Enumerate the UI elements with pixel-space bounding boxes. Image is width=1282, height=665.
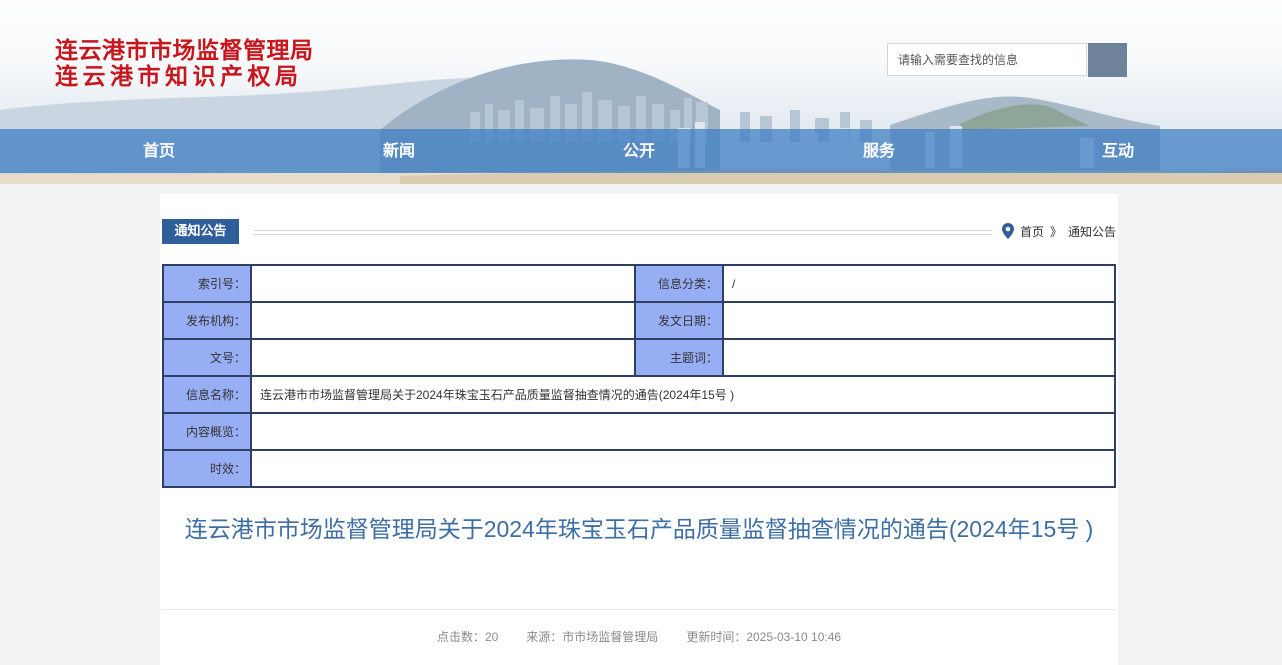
- keywords-value: [723, 339, 1115, 376]
- main-nav: 首页 新闻 公开 服务 互动: [0, 129, 1282, 173]
- search-icon: [1088, 43, 1127, 77]
- site-logo[interactable]: 连云港市市场监督管理局 连云港市知识产权局: [55, 38, 314, 90]
- category-label: 信息分类：: [635, 265, 723, 302]
- meta-divider: [162, 609, 1116, 610]
- search-input[interactable]: [887, 43, 1087, 76]
- index-value: [251, 265, 635, 302]
- nav-item-home[interactable]: 首页: [109, 129, 209, 173]
- name-value: 连云港市市场监督管理局关于2024年珠宝玉石产品质量监督抽查情况的通告(2024…: [251, 376, 1115, 413]
- breadcrumb-separator: 》: [1049, 224, 1062, 239]
- date-value: [723, 302, 1115, 339]
- name-label: 信息名称：: [163, 376, 251, 413]
- summary-value: [251, 413, 1115, 450]
- nav-item-interact[interactable]: 互动: [1068, 129, 1168, 173]
- validity-value: [251, 450, 1115, 487]
- publisher-label: 发布机构：: [163, 302, 251, 339]
- logo-line-2: 连云港市知识产权局: [55, 63, 303, 90]
- search-button[interactable]: [1088, 43, 1127, 77]
- breadcrumb-home[interactable]: 首页: [1020, 223, 1044, 240]
- click-count: 点击数：20: [436, 630, 499, 644]
- article-meta: 点击数：20 来源：市市场监督管理局 更新时间：2025-03-10 10:46: [160, 628, 1118, 645]
- section-divider: [254, 230, 992, 235]
- table-row: 内容概览：: [163, 413, 1115, 450]
- publisher-value: [251, 302, 635, 339]
- summary-label: 内容概览：: [163, 413, 251, 450]
- validity-label: 时效：: [163, 450, 251, 487]
- breadcrumb-current[interactable]: 通知公告: [1068, 223, 1116, 240]
- category-value: /: [723, 265, 1115, 302]
- nav-item-news[interactable]: 新闻: [349, 129, 449, 173]
- table-row: 发布机构： 发文日期：: [163, 302, 1115, 339]
- date-label: 发文日期：: [635, 302, 723, 339]
- docno-label: 文号：: [163, 339, 251, 376]
- source: 来源：市市场监督管理局: [526, 630, 659, 644]
- breadcrumb: 首页 》 通知公告: [1001, 222, 1116, 240]
- update-time: 更新时间：2025-03-10 10:46: [686, 630, 842, 644]
- table-row: 时效：: [163, 450, 1115, 487]
- nav-item-service[interactable]: 服务: [829, 129, 929, 173]
- header-banner: 连云港市市场监督管理局 连云港市知识产权局 首页 新闻 公开 服务 互动: [0, 0, 1282, 184]
- main-content: 通知公告 首页 》 通知公告 索引号： 信息分类： / 发布机构： 发文日期： …: [160, 194, 1118, 665]
- location-pin-icon: [1001, 223, 1014, 239]
- table-row: 信息名称： 连云港市市场监督管理局关于2024年珠宝玉石产品质量监督抽查情况的通…: [163, 376, 1115, 413]
- nav-item-public[interactable]: 公开: [589, 129, 689, 173]
- logo-line-1: 连云港市市场监督管理局: [55, 37, 314, 64]
- keywords-label: 主题词：: [635, 339, 723, 376]
- table-row: 文号： 主题词：: [163, 339, 1115, 376]
- info-table: 索引号： 信息分类： / 发布机构： 发文日期： 文号： 主题词： 信息名称： …: [162, 264, 1116, 488]
- index-label: 索引号：: [163, 265, 251, 302]
- article-title: 连云港市市场监督管理局关于2024年珠宝玉石产品质量监督抽查情况的通告(2024…: [184, 516, 1094, 542]
- section-tag: 通知公告: [162, 219, 239, 244]
- docno-value: [251, 339, 635, 376]
- table-row: 索引号： 信息分类： /: [163, 265, 1115, 302]
